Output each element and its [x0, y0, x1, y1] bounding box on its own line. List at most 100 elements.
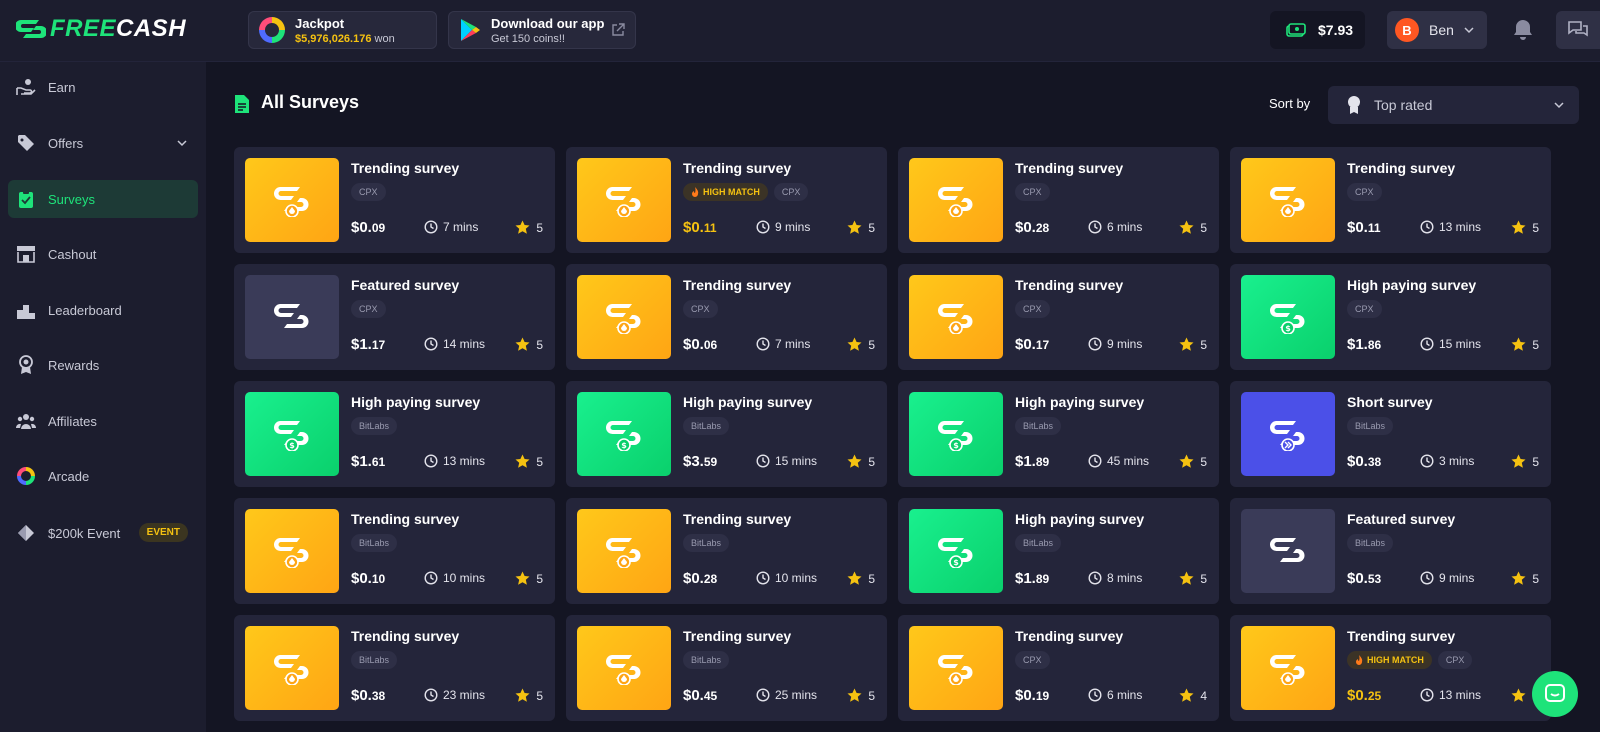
- survey-card[interactable]: Short survey BitLabs $0.38 3 mins 5: [1230, 381, 1551, 487]
- rating-value: 5: [868, 220, 875, 235]
- chat-toggle-button[interactable]: [1556, 11, 1600, 49]
- reward-cents: 61: [371, 455, 386, 469]
- survey-duration: 13 mins: [424, 454, 485, 468]
- sidebar-item-arcade[interactable]: Arcade: [8, 457, 198, 495]
- survey-card[interactable]: Featured survey BitLabs $0.53 9 mins 5: [1230, 498, 1551, 604]
- rating-value: 5: [536, 220, 543, 235]
- survey-card[interactable]: Trending survey BitLabs $0.10 10 mins 5: [234, 498, 555, 604]
- survey-card[interactable]: Featured survey CPX $1.17 14 mins 5: [234, 264, 555, 370]
- reward-dollars: $1.: [1347, 336, 1368, 353]
- high-match-label: HIGH MATCH: [703, 187, 760, 197]
- freecash-logo-icon: [16, 20, 46, 38]
- survey-provider: CPX: [1347, 300, 1382, 318]
- document-icon: [235, 95, 249, 113]
- download-app-banner[interactable]: Download our app Get 150 coins!!: [448, 11, 636, 49]
- clipboard-icon: [16, 189, 36, 209]
- survey-rating: 5: [1179, 337, 1207, 352]
- balance-display[interactable]: $7.93: [1270, 11, 1365, 49]
- survey-title: Trending survey: [683, 160, 792, 176]
- star-icon: [1179, 220, 1194, 234]
- reward-cents: 09: [371, 221, 386, 235]
- survey-duration: 6 mins: [1088, 688, 1142, 702]
- sidebar-item-event[interactable]: $200k Event EVENT: [8, 514, 198, 552]
- svg-text:$: $: [621, 441, 627, 450]
- survey-rating: 5: [847, 571, 875, 586]
- freecash-logo[interactable]: FREECASH: [16, 14, 186, 44]
- sidebar-item-cashout[interactable]: Cashout: [8, 235, 198, 273]
- survey-provider: BitLabs: [1015, 417, 1062, 435]
- tag-icon: [16, 133, 36, 153]
- sidebar-item-leaderboard[interactable]: Leaderboard: [8, 291, 198, 329]
- duration-value: 6 mins: [1107, 220, 1143, 234]
- survey-card[interactable]: $ High paying survey BitLabs $1.89 45 mins 5: [898, 381, 1219, 487]
- survey-card[interactable]: Trending survey CPX $0.11 13 mins 5: [1230, 147, 1551, 253]
- survey-card[interactable]: Trending survey CPX $0.28 6 mins 5: [898, 147, 1219, 253]
- reward-cents: 38: [371, 689, 386, 703]
- survey-reward: $0.53: [1347, 570, 1381, 587]
- survey-card[interactable]: Trending survey BitLabs $0.28 10 mins 5: [566, 498, 887, 604]
- survey-rating: 5: [515, 220, 543, 235]
- duration-value: 9 mins: [1439, 571, 1475, 585]
- reward-cents: 28: [1035, 221, 1050, 235]
- sidebar-item-label: $200k Event: [48, 525, 121, 541]
- rating-value: 5: [1532, 220, 1539, 235]
- sidebar-item-earn[interactable]: Earn: [8, 68, 198, 106]
- notification-bell-icon[interactable]: [1512, 18, 1534, 42]
- survey-provider: CPX: [1437, 651, 1473, 669]
- sidebar-item-label: Earn: [48, 79, 76, 95]
- reward-dollars: $0.: [1347, 219, 1368, 236]
- reward-dollars: $1.: [1015, 570, 1036, 587]
- sidebar-item-rewards[interactable]: Rewards: [8, 346, 198, 384]
- sort-dropdown[interactable]: Top rated: [1328, 86, 1579, 124]
- reward-dollars: $0.: [351, 219, 372, 236]
- survey-provider: BitLabs: [1015, 534, 1062, 552]
- survey-card[interactable]: $ High paying survey BitLabs $3.59 15 mins 5: [566, 381, 887, 487]
- survey-tags: CPX: [351, 300, 386, 318]
- freecash-survey-icon: $: [274, 421, 309, 451]
- survey-card[interactable]: $ High paying survey CPX $1.86 15 mins 5: [1230, 264, 1551, 370]
- external-link-icon: [612, 23, 625, 36]
- user-name: Ben: [1429, 22, 1454, 38]
- survey-card[interactable]: Trending survey HIGH MATCH CPX $0.11 9 mins 5: [566, 147, 887, 253]
- survey-card[interactable]: Trending survey BitLabs $0.38 23 mins 5: [234, 615, 555, 721]
- survey-thumbnail: $: [577, 392, 671, 476]
- survey-card[interactable]: Trending survey CPX $0.17 9 mins 5: [898, 264, 1219, 370]
- sidebar-item-label: Rewards: [48, 357, 100, 373]
- sidebar-item-offers[interactable]: Offers: [8, 124, 198, 162]
- rating-value: 5: [536, 571, 543, 586]
- user-menu[interactable]: B Ben: [1387, 11, 1487, 49]
- duration-value: 10 mins: [443, 571, 486, 585]
- duration-value: 13 mins: [1439, 220, 1482, 234]
- survey-card[interactable]: Trending survey CPX $0.19 6 mins 4: [898, 615, 1219, 721]
- sidebar-item-affiliates[interactable]: Affiliates: [8, 402, 198, 440]
- support-chat-button[interactable]: [1532, 671, 1578, 717]
- survey-rating: 5: [1511, 220, 1539, 235]
- star-icon: [1511, 454, 1526, 468]
- survey-card[interactable]: Trending survey CPX $0.09 7 mins 5: [234, 147, 555, 253]
- freecash-survey-icon: $: [1270, 304, 1305, 334]
- survey-provider: CPX: [1347, 183, 1382, 201]
- survey-card[interactable]: Trending survey BitLabs $0.45 25 mins 5: [566, 615, 887, 721]
- survey-reward: $0.06: [683, 336, 717, 353]
- survey-duration: 23 mins: [424, 688, 485, 702]
- survey-card[interactable]: $ High paying survey BitLabs $1.89 8 mins 5: [898, 498, 1219, 604]
- survey-tags: BitLabs: [683, 534, 730, 552]
- survey-title: High paying survey: [683, 394, 813, 410]
- rating-value: 5: [868, 454, 875, 469]
- high-match-badge: HIGH MATCH: [1347, 651, 1432, 669]
- survey-duration: 13 mins: [1420, 220, 1481, 234]
- survey-duration: 7 mins: [756, 337, 810, 351]
- survey-duration: 14 mins: [424, 337, 485, 351]
- duration-value: 23 mins: [443, 688, 486, 702]
- jackpot-title: Jackpot: [295, 15, 345, 31]
- survey-thumbnail: [245, 275, 339, 359]
- survey-card[interactable]: $ High paying survey BitLabs $1.61 13 mins 5: [234, 381, 555, 487]
- survey-reward: $0.45: [683, 687, 717, 704]
- survey-card[interactable]: Trending survey HIGH MATCH CPX $0.25 13 mins…: [1230, 615, 1551, 721]
- survey-card[interactable]: Trending survey CPX $0.06 7 mins 5: [566, 264, 887, 370]
- sidebar-item-surveys[interactable]: Surveys: [8, 180, 198, 218]
- survey-title: Trending survey: [683, 277, 792, 293]
- reward-cents: 59: [703, 455, 718, 469]
- clock-icon: [424, 220, 438, 234]
- jackpot-banner[interactable]: Jackpot $5,976,026.176 won: [248, 11, 437, 49]
